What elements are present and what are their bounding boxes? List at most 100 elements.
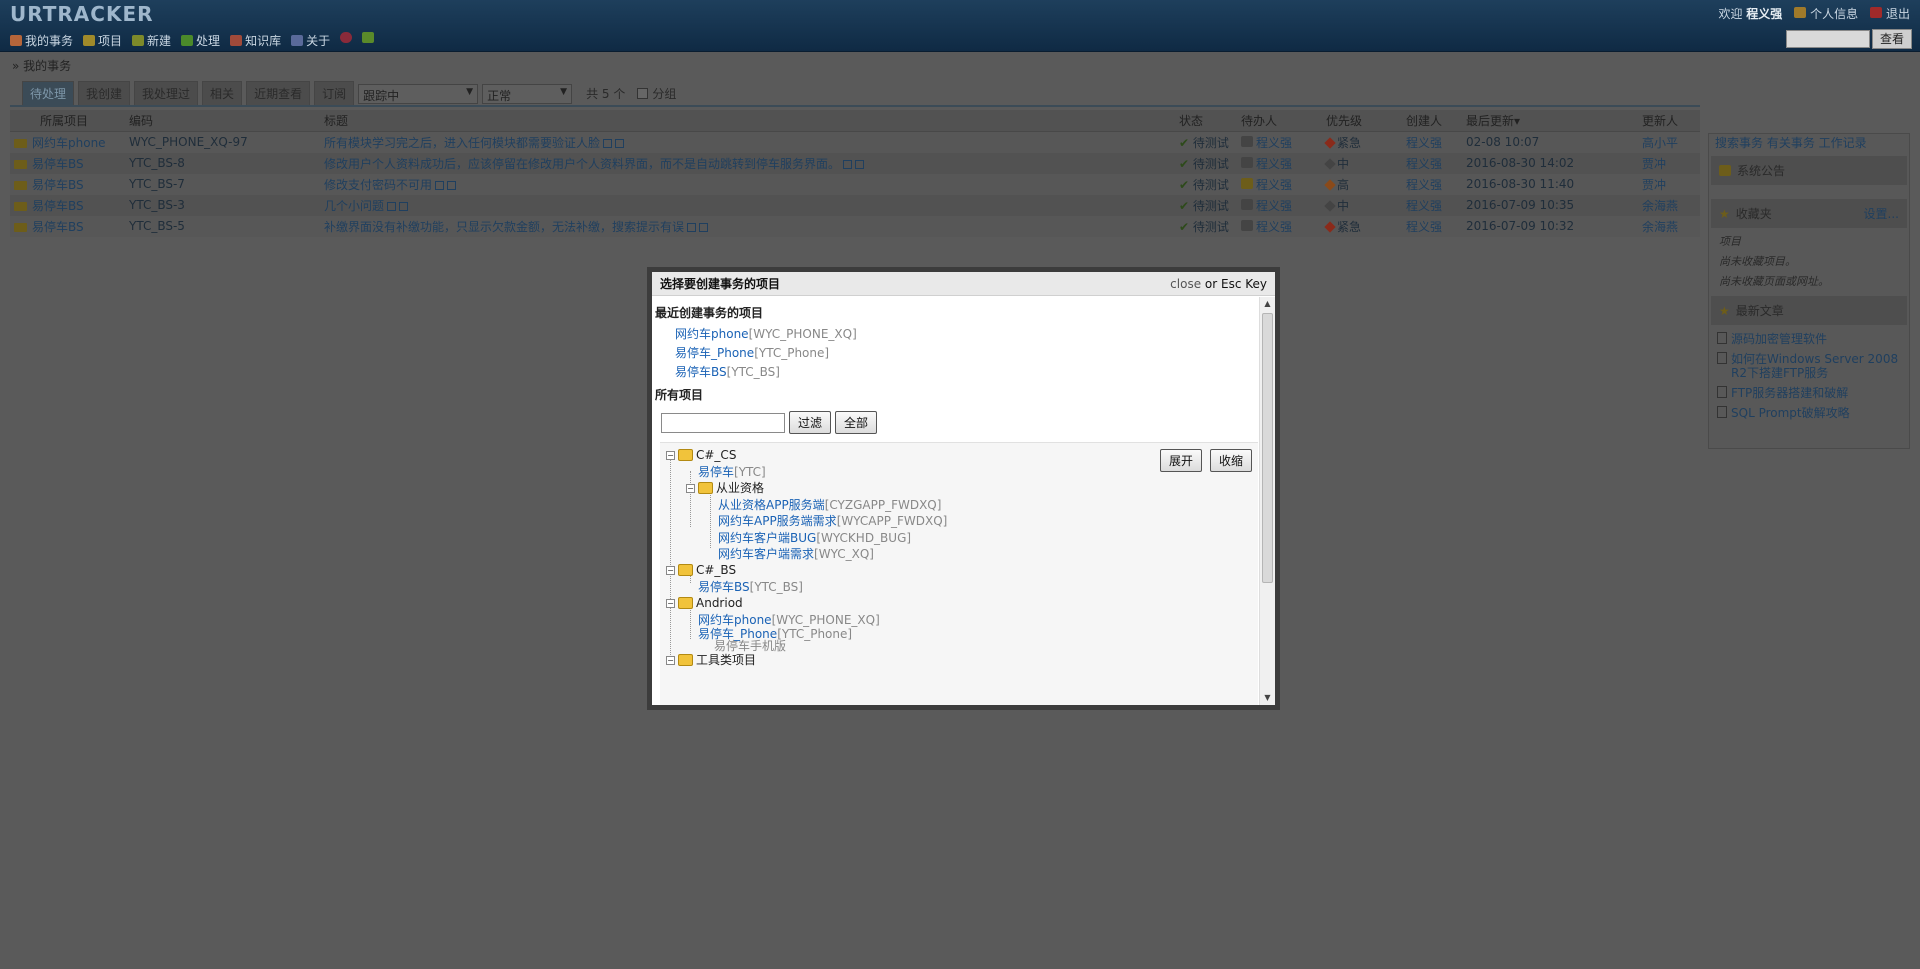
type-select[interactable]: 正常 ▼ <box>482 83 573 104</box>
tab-4[interactable]: 近期查看 <box>246 81 311 106</box>
article-link[interactable]: 源码加密管理软件 <box>1709 329 1909 349</box>
nav-item-5[interactable]: 关于 <box>291 32 330 49</box>
article-link[interactable]: 如何在Windows Server 2008 R2下搭建FTP服务 <box>1709 349 1909 383</box>
show-all-button[interactable]: 全部 <box>835 411 878 434</box>
profile-link[interactable]: 个人信息 <box>1794 5 1858 22</box>
assignee-link[interactable]: 程义强 <box>1256 178 1292 192</box>
creator-link[interactable]: 程义强 <box>1406 178 1442 192</box>
nav-item-2[interactable]: 新建 <box>132 32 171 49</box>
creator-link[interactable]: 程义强 <box>1406 199 1442 213</box>
table-row[interactable]: 网约车phone WYC_PHONE_XQ-97 所有模块学习完之后，进入任何模块都… <box>10 131 1700 153</box>
preview-icon[interactable] <box>435 180 445 190</box>
task-title-link[interactable]: 所有模块学习完之后，进入任何模块都需要验证人脸 <box>324 136 600 150</box>
nav-item-4[interactable]: 知识库 <box>230 32 281 49</box>
open-icon[interactable] <box>447 180 457 190</box>
column-header[interactable]: 最后更新▾ <box>1462 110 1638 132</box>
assignee-link[interactable]: 程义强 <box>1256 157 1292 171</box>
table-row[interactable]: 易停车BS YTC_BS-8 修改用户个人资料成功后，应该停留在修改用户个人资料界面… <box>10 152 1700 174</box>
plugin-icon[interactable] <box>362 32 375 43</box>
column-header[interactable]: 待办人 <box>1237 110 1322 132</box>
dialog-close-link[interactable]: close or Esc Key <box>1170 277 1267 291</box>
preview-icon[interactable] <box>387 201 397 211</box>
open-icon[interactable] <box>615 138 625 148</box>
article-link[interactable]: FTP服务器搭建和破解 <box>1709 383 1909 403</box>
updater-link[interactable]: 高小平 <box>1642 136 1678 150</box>
project-link[interactable]: 易停车BS <box>32 157 84 171</box>
column-header[interactable]: 状态 <box>1175 110 1237 132</box>
tree-folder-node[interactable]: − 工具类项目 <box>666 651 756 669</box>
project-link[interactable]: 易停车BS <box>32 178 84 192</box>
open-icon[interactable] <box>699 222 709 232</box>
assignee-link[interactable]: 程义强 <box>1256 199 1292 213</box>
project-filter-input[interactable] <box>661 412 785 433</box>
recent-project-name[interactable]: 易停车_Phone <box>675 346 754 360</box>
table-row[interactable]: 易停车BS YTC_BS-5 补缴界面没有补缴功能，只显示欠款金额，无法补缴，搜索提… <box>10 215 1700 237</box>
collapse-toggle-icon[interactable]: − <box>666 655 675 665</box>
collapse-toggle-icon[interactable]: − <box>666 598 675 608</box>
tree-folder-node[interactable]: − Andriod <box>666 594 743 612</box>
scroll-thumb[interactable] <box>1262 313 1273 583</box>
tree-folder-node[interactable]: − C#_CS <box>666 446 736 464</box>
scroll-down-icon[interactable]: ▼ <box>1260 691 1275 705</box>
assignee-link[interactable]: 程义强 <box>1256 220 1292 234</box>
expand-all-button[interactable]: 展开 <box>1159 449 1202 472</box>
status-select[interactable]: 跟踪中 ▼ <box>358 83 479 104</box>
filter-button[interactable]: 过滤 <box>789 411 832 434</box>
creator-link[interactable]: 程义强 <box>1406 136 1442 150</box>
task-title-link[interactable]: 修改用户个人资料成功后，应该停留在修改用户个人资料界面，而不是自动跳转到停车服务… <box>324 157 840 171</box>
column-header[interactable]: 标题 <box>320 110 1175 132</box>
task-title-link[interactable]: 补缴界面没有补缴功能，只显示欠款金额，无法补缴，搜索提示有误 <box>324 220 684 234</box>
column-header[interactable]: 更新人 <box>1638 110 1700 132</box>
tab-0[interactable]: 待处理 <box>22 81 75 106</box>
collapse-toggle-icon[interactable]: − <box>666 565 675 575</box>
task-title-link[interactable]: 几个小问题 <box>324 199 384 213</box>
recent-project-name[interactable]: 易停车BS <box>675 365 727 379</box>
project-name-link[interactable]: 网约车APP服务端需求 <box>718 512 837 530</box>
scroll-up-icon[interactable]: ▲ <box>1260 297 1275 311</box>
collapse-toggle-icon[interactable]: − <box>666 450 675 460</box>
project-link[interactable]: 网约车phone <box>32 136 106 150</box>
tree-folder-node[interactable]: − C#_BS <box>666 561 736 579</box>
updater-link[interactable]: 贾冲 <box>1642 178 1666 192</box>
assignee-link[interactable]: 程义强 <box>1256 136 1292 150</box>
recent-project-item[interactable]: 易停车_Phone[YTC_Phone] <box>675 344 1259 363</box>
logout-link[interactable]: 退出 <box>1870 5 1910 22</box>
table-row[interactable]: 易停车BS YTC_BS-3 几个小问题 ✔ 待测试 程义强 中 程义强 2016-07-09… <box>10 194 1700 216</box>
table-row[interactable]: 易停车BS YTC_BS-7 修改支付密码不可用 ✔ 待测试 程义强 高 程义强 2016-0… <box>10 173 1700 195</box>
tab-3[interactable]: 相关 <box>202 81 243 106</box>
header-search-input[interactable] <box>1786 30 1870 48</box>
tab-2[interactable]: 我处理过 <box>134 81 199 106</box>
preview-icon[interactable] <box>687 222 697 232</box>
tab-1[interactable]: 我创建 <box>78 81 131 106</box>
column-header[interactable]: 所属项目 <box>10 110 125 132</box>
project-link[interactable]: 易停车BS <box>32 199 84 213</box>
tab-5[interactable]: 订阅 <box>314 81 355 106</box>
tree-project-node[interactable]: 网约车APP服务端需求 [WYCAPP_FWDXQ] <box>718 512 947 530</box>
notice-header[interactable]: 系统公告 <box>1711 156 1907 185</box>
recent-project-name[interactable]: 网约车phone <box>675 327 749 341</box>
creator-link[interactable]: 程义强 <box>1406 157 1442 171</box>
header-search-button[interactable]: 查看 <box>1872 29 1912 49</box>
open-icon[interactable] <box>399 201 409 211</box>
tree-folder-node[interactable]: − 从业资格 <box>686 479 764 497</box>
nav-item-0[interactable]: 我的事务 <box>10 32 73 49</box>
updater-link[interactable]: 贾冲 <box>1642 157 1666 171</box>
column-header[interactable]: 优先级 <box>1322 110 1402 132</box>
updater-link[interactable]: 余海燕 <box>1642 199 1678 213</box>
column-header[interactable]: 编码 <box>125 110 320 132</box>
article-link[interactable]: SQL Prompt破解攻略 <box>1709 403 1909 423</box>
updater-link[interactable]: 余海燕 <box>1642 220 1678 234</box>
preview-icon[interactable] <box>603 138 613 148</box>
nav-item-3[interactable]: 处理 <box>181 32 220 49</box>
recent-project-item[interactable]: 网约车phone[WYC_PHONE_XQ] <box>675 325 1259 344</box>
group-checkbox[interactable] <box>637 88 649 99</box>
dialog-scrollbar[interactable]: ▲ ▼ <box>1259 297 1275 705</box>
preview-icon[interactable] <box>843 159 853 169</box>
flag-icon[interactable] <box>340 32 353 43</box>
open-icon[interactable] <box>855 159 865 169</box>
task-title-link[interactable]: 修改支付密码不可用 <box>324 178 432 192</box>
panel-links[interactable]: 搜索事务 有关事务 工作记录 <box>1709 134 1909 152</box>
creator-link[interactable]: 程义强 <box>1406 220 1442 234</box>
collapse-all-button[interactable]: 收缩 <box>1209 449 1252 472</box>
project-link[interactable]: 易停车BS <box>32 220 84 234</box>
